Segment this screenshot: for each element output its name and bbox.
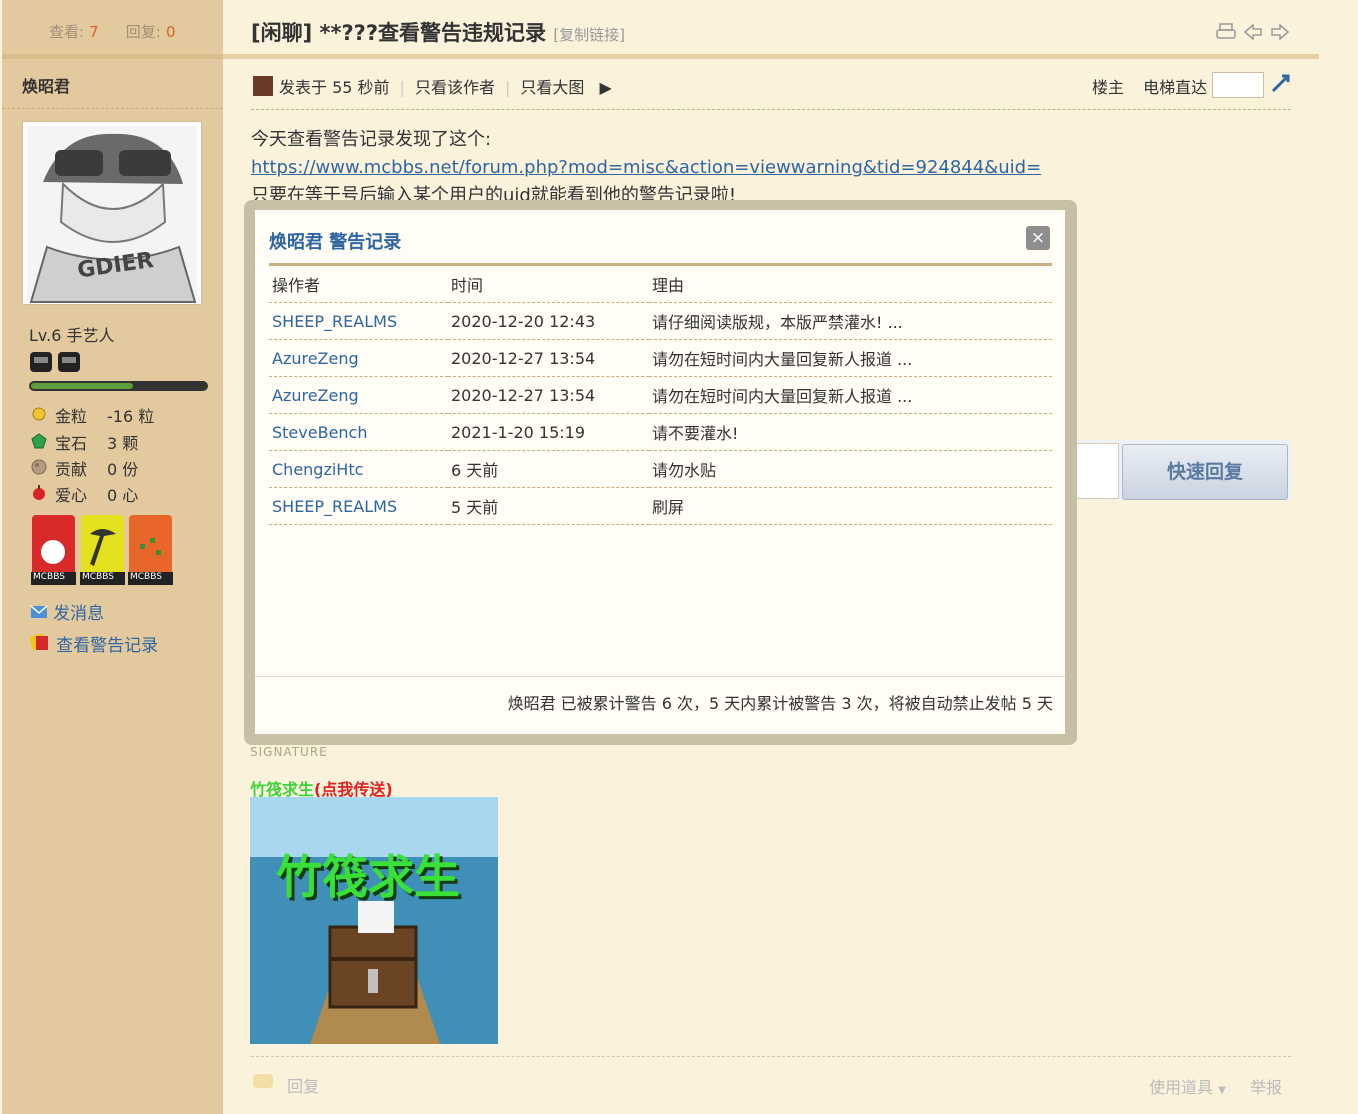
caret-right-icon[interactable]: ▶ [599,78,611,97]
column-header: 操作者 [269,266,448,303]
operator-link[interactable]: SHEEP_REALMS [269,487,448,525]
replies-label: 回复: [125,23,161,41]
time-cell: 2020-12-20 12:43 [448,302,649,340]
stat-gold: 金粒 -16 粒 [31,403,154,427]
floor-info: 楼主 电梯直达 [1092,74,1207,98]
quick-reply-button[interactable]: 快速回复 [1122,444,1288,500]
table-row: SteveBench 2021-1-20 15:19 请不要灌水! [269,413,1052,451]
time-cell: 6 天前 [448,450,649,488]
thread-title: [闲聊] **???查看警告违规记录 [复制链接] [251,21,626,45]
previous-thread-icon[interactable] [1242,23,1264,46]
emerald-icon [31,433,47,453]
post-content: 今天查看警告记录发现了这个: https://www.mcbbs.net/for… [251,129,1042,206]
table-row: AzureZeng 2020-12-27 13:54 请勿在短时间内大量回复新人报道… [269,339,1052,377]
column-header: 时间 [448,266,649,303]
signature-image-title: 竹筏求生 [276,850,460,904]
print-icon[interactable] [1215,23,1237,46]
warning-modal: 焕昭君 警告记录 × 操作者 时间 理由 SHEEP_REALMS 2020-12… [255,210,1065,734]
reply-action[interactable]: 回复 [252,1072,319,1097]
report-link[interactable]: 举报 [1250,1074,1282,1098]
operator-link[interactable]: AzureZeng [269,339,448,377]
reason-cell: 请仔细阅读版规，本版严禁灌水! ... [649,302,1052,340]
avatar[interactable]: GDIER [23,122,201,304]
table-row: SHEEP_REALMS 2020-12-20 12:43 请仔细阅读版规，本版严禁… [269,302,1052,340]
reason-cell: 请不要灌水! [649,413,1052,451]
reason-cell: 请勿在短时间内大量回复新人报道 ... [649,339,1052,377]
stat-love: 爱心 0 心 [31,482,138,506]
next-thread-icon[interactable] [1269,23,1291,46]
send-message-link[interactable]: 发消息 [30,599,104,624]
gold-nugget-icon [31,406,47,426]
divider [2,108,223,109]
views-count: 7 [89,23,99,41]
table-row: ChengziHtc 6 天前 请勿水贴 [269,450,1052,488]
time-cell: 2020-12-27 13:54 [448,339,649,377]
go-floor-icon[interactable] [1270,73,1292,99]
group-icons [29,350,83,378]
reply-bubble-icon [252,1074,274,1096]
divider [251,1056,1291,1057]
thread-stats: 查看: 7 回复: 0 [2,4,223,59]
medal-android[interactable]: MCBBS [31,514,76,590]
warning-table: 操作者 时间 理由 SHEEP_REALMS 2020-12-20 12:43 请仔… [269,266,1052,525]
operator-link[interactable]: SteveBench [269,413,448,451]
time-cell: 2020-12-27 13:54 [448,376,649,414]
signature-image[interactable]: 竹筏求生 [250,797,498,1044]
medal-pickaxe[interactable]: MCBBS [80,514,125,590]
floor-label: 楼主 [1092,78,1125,97]
reason-cell: 刷屏 [649,487,1052,525]
warning-summary: 焕昭君 已被累计警告 6 次，5 天内累计被警告 3 次，将被自动禁止发帖 5 … [507,694,1053,713]
heart-apple-icon [31,485,47,505]
use-item-menu[interactable]: 使用道具 ▼ [1149,1074,1226,1098]
author-mini-avatar [253,76,273,96]
modal-title: 焕昭君 警告记录 [269,232,402,253]
elevator-input[interactable] [1212,72,1264,98]
reason-cell: 请勿水贴 [649,450,1052,488]
envelope-icon [30,604,48,623]
column-header: 理由 [649,266,1052,303]
table-row: SHEEP_REALMS 5 天前 刷屏 [269,487,1052,525]
views-label: 查看: [49,23,85,41]
copy-link[interactable]: [复制链接] [553,26,625,44]
warning-card-icon [29,633,51,655]
operator-link[interactable]: AzureZeng [269,376,448,414]
table-row: AzureZeng 2020-12-27 13:54 请勿在短时间内大量回复新人报道… [269,376,1052,414]
experience-bar [29,381,208,391]
post-meta: 发表于 55 秒前 | 只看该作者 | 只看大图 ▶ [253,74,612,98]
contribution-icon [31,459,47,479]
divider [251,109,1291,110]
signature-label: SIGNATURE [250,745,328,759]
medal-music[interactable]: MCBBS [128,514,173,590]
only-author-link[interactable]: 只看该作者 [415,78,495,97]
only-big-image-link[interactable]: 只看大图 [520,78,584,97]
time-cell: 2021-1-20 15:19 [448,413,649,451]
table-header-row: 操作者 时间 理由 [269,266,1052,303]
divider [255,676,1065,677]
experience-bar-fill [31,383,133,389]
reason-cell: 请勿在短时间内大量回复新人报道 ... [649,376,1052,414]
operator-link[interactable]: SHEEP_REALMS [269,302,448,340]
time-cell: 5 天前 [448,487,649,525]
elevator-label: 电梯直达 [1143,78,1208,97]
replies-count: 0 [165,23,176,41]
close-icon[interactable]: × [1026,226,1050,250]
stat-gem: 宝石 3 颗 [31,430,138,454]
view-warnings-link[interactable]: 查看警告记录 [29,631,158,656]
operator-link[interactable]: ChengziHtc [269,450,448,488]
author-name[interactable]: 焕昭君 [22,73,70,97]
user-level: Lv.6 手艺人 [29,326,115,345]
chevron-down-icon: ▼ [1218,1085,1226,1096]
content-link[interactable]: https://www.mcbbs.net/forum.php?mod=misc… [251,154,1041,182]
stat-contribution: 贡献 0 份 [31,456,138,480]
header-tools [1215,22,1291,46]
